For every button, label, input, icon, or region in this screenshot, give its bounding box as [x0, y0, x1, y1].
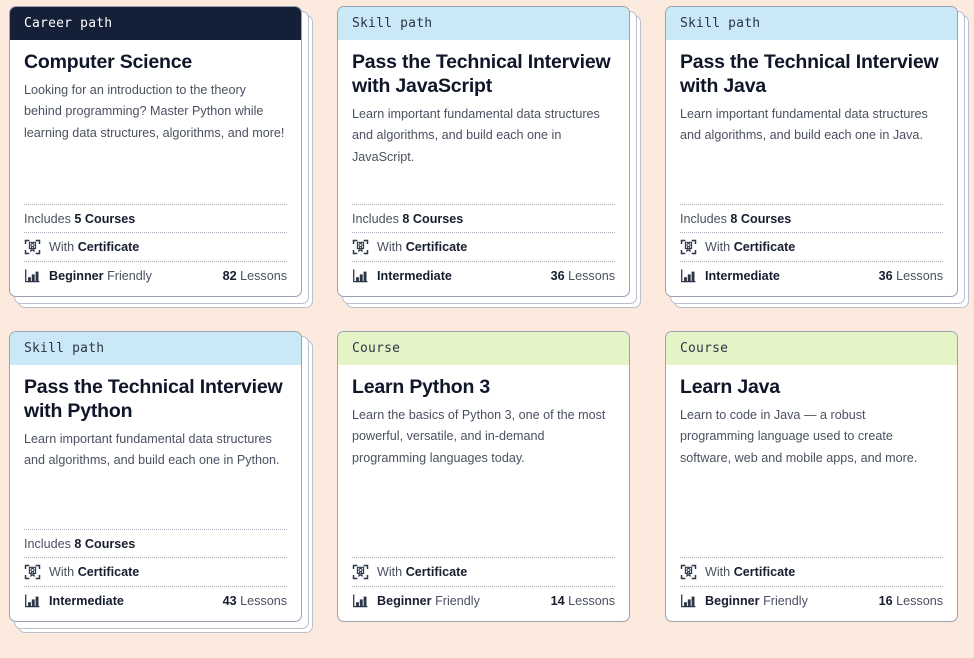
certificate-icon [24, 564, 41, 580]
certificate-label: With Certificate [377, 240, 467, 254]
card-surface[interactable]: Skill path Pass the Technical Interview … [665, 6, 958, 297]
includes-row: Includes 5 Courses [24, 204, 287, 232]
catalog-card-1[interactable]: Career path Computer Science Looking for… [9, 6, 311, 306]
includes-label: Includes 8 Courses [24, 537, 135, 551]
difficulty-row: Beginner Friendly 82 Lessons [24, 261, 287, 290]
card-meta: Includes 8 Courses With Certificate [10, 529, 301, 621]
card-meta: Includes 5 Courses With Certificate [10, 204, 301, 296]
card-description: Learn to code in Java — a robust program… [680, 405, 943, 470]
card-body: Pass the Technical Interview with Python… [10, 365, 301, 529]
card-description: Learn the basics of Python 3, one of the… [352, 405, 615, 470]
card-kicker-skill: Skill path [10, 332, 301, 365]
difficulty-label: Intermediate [49, 594, 124, 608]
card-title: Pass the Technical Interview with JavaSc… [352, 51, 615, 99]
bar-chart-icon [24, 268, 41, 284]
difficulty-row: Intermediate 43 Lessons [24, 586, 287, 615]
bar-chart-icon [680, 593, 697, 609]
certificate-row: With Certificate [24, 232, 287, 261]
card-description: Learn important fundamental data structu… [352, 104, 615, 169]
bar-chart-icon [352, 268, 369, 284]
card-description: Learn important fundamental data structu… [24, 429, 287, 472]
bar-chart-icon [24, 593, 41, 609]
lessons-label: 43 Lessons [223, 594, 287, 608]
certificate-label: With Certificate [705, 565, 795, 579]
card-kicker-course: Course [666, 332, 957, 365]
card-title: Pass the Technical Interview with Java [680, 51, 943, 99]
card-kicker-career: Career path [10, 7, 301, 40]
card-surface[interactable]: Skill path Pass the Technical Interview … [337, 6, 630, 297]
card-body: Learn Python 3 Learn the basics of Pytho… [338, 365, 629, 557]
certificate-label: With Certificate [377, 565, 467, 579]
card-title: Pass the Technical Interview with Python [24, 376, 287, 424]
difficulty-label: Beginner Friendly [705, 594, 808, 608]
card-description: Learn important fundamental data structu… [680, 104, 943, 147]
card-surface[interactable]: Career path Computer Science Looking for… [9, 6, 302, 297]
certificate-row: With Certificate [352, 557, 615, 586]
catalog-card-3[interactable]: Skill path Pass the Technical Interview … [665, 6, 967, 306]
certificate-label: With Certificate [49, 565, 139, 579]
catalog-card-4[interactable]: Skill path Pass the Technical Interview … [9, 331, 311, 631]
difficulty-label: Intermediate [705, 269, 780, 283]
certificate-icon [680, 239, 697, 255]
certificate-icon [680, 564, 697, 580]
certificate-label: With Certificate [705, 240, 795, 254]
card-meta: With Certificate Beginner Friendly 16 Le… [666, 557, 957, 621]
includes-label: Includes 5 Courses [24, 212, 135, 226]
difficulty-label: Intermediate [377, 269, 452, 283]
card-body: Pass the Technical Interview with Java L… [666, 40, 957, 204]
lessons-label: 16 Lessons [879, 594, 943, 608]
card-description: Looking for an introduction to the theor… [24, 80, 287, 145]
bar-chart-icon [680, 268, 697, 284]
card-surface[interactable]: Course Learn Python 3 Learn the basics o… [337, 331, 630, 622]
catalog-card-6[interactable]: Course Learn Java Learn to code in Java … [665, 331, 967, 631]
includes-label: Includes 8 Courses [352, 212, 463, 226]
card-meta: With Certificate Beginner Friendly 14 Le… [338, 557, 629, 621]
lessons-label: 36 Lessons [551, 269, 615, 283]
difficulty-label: Beginner Friendly [377, 594, 480, 608]
difficulty-row: Beginner Friendly 14 Lessons [352, 586, 615, 615]
difficulty-label: Beginner Friendly [49, 269, 152, 283]
card-body: Pass the Technical Interview with JavaSc… [338, 40, 629, 204]
card-meta: Includes 8 Courses With Certificate [666, 204, 957, 296]
card-body: Computer Science Looking for an introduc… [10, 40, 301, 204]
certificate-icon [352, 564, 369, 580]
certificate-row: With Certificate [352, 232, 615, 261]
catalog-card-5[interactable]: Course Learn Python 3 Learn the basics o… [337, 331, 639, 631]
difficulty-row: Intermediate 36 Lessons [680, 261, 943, 290]
certificate-row: With Certificate [680, 232, 943, 261]
bar-chart-icon [352, 593, 369, 609]
certificate-row: With Certificate [680, 557, 943, 586]
card-kicker-skill: Skill path [338, 7, 629, 40]
certificate-icon [352, 239, 369, 255]
card-kicker-course: Course [338, 332, 629, 365]
card-body: Learn Java Learn to code in Java — a rob… [666, 365, 957, 557]
lessons-label: 36 Lessons [879, 269, 943, 283]
difficulty-row: Beginner Friendly 16 Lessons [680, 586, 943, 615]
card-title: Learn Python 3 [352, 376, 615, 400]
lessons-label: 82 Lessons [223, 269, 287, 283]
card-title: Learn Java [680, 376, 943, 400]
lessons-label: 14 Lessons [551, 594, 615, 608]
includes-row: Includes 8 Courses [680, 204, 943, 232]
card-title: Computer Science [24, 51, 287, 75]
certificate-icon [24, 239, 41, 255]
card-surface[interactable]: Skill path Pass the Technical Interview … [9, 331, 302, 622]
card-meta: Includes 8 Courses With Certificate [338, 204, 629, 296]
card-kicker-skill: Skill path [666, 7, 957, 40]
includes-row: Includes 8 Courses [352, 204, 615, 232]
includes-label: Includes 8 Courses [680, 212, 791, 226]
difficulty-row: Intermediate 36 Lessons [352, 261, 615, 290]
includes-row: Includes 8 Courses [24, 529, 287, 557]
certificate-row: With Certificate [24, 557, 287, 586]
certificate-label: With Certificate [49, 240, 139, 254]
catalog-card-2[interactable]: Skill path Pass the Technical Interview … [337, 6, 639, 306]
card-surface[interactable]: Course Learn Java Learn to code in Java … [665, 331, 958, 622]
catalog-card-grid: Career path Computer Science Looking for… [0, 0, 974, 636]
